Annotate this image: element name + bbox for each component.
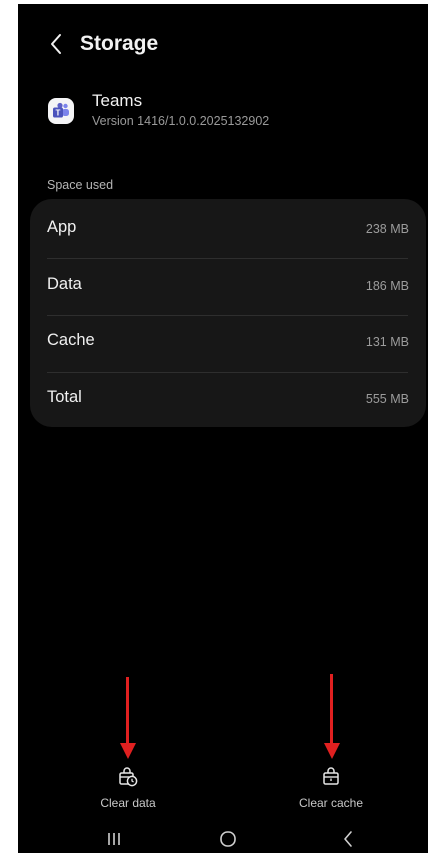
- storage-row-total: Total 555 MB: [47, 372, 409, 428]
- bag-icon: [323, 767, 339, 785]
- storage-row-data: Data 186 MB: [47, 259, 409, 315]
- recents-icon: [108, 833, 120, 845]
- row-value: 555 MB: [365, 392, 409, 406]
- svg-text:T: T: [56, 108, 61, 117]
- annotation-arrow-clear-data: [120, 677, 136, 759]
- clear-data-button[interactable]: Clear data: [68, 766, 188, 810]
- nav-back-button[interactable]: [334, 826, 362, 852]
- page-title: Storage: [80, 32, 159, 55]
- teams-app-icon: T: [48, 98, 74, 124]
- home-icon: [220, 831, 236, 847]
- storage-row-cache: Cache 131 MB: [47, 315, 409, 371]
- app-name: Teams: [92, 91, 143, 110]
- back-button[interactable]: [42, 28, 70, 60]
- row-value: 238 MB: [365, 222, 409, 236]
- row-label: Total: [47, 388, 82, 406]
- back-icon: [344, 831, 352, 847]
- recents-button[interactable]: [100, 826, 128, 852]
- space-used-label: Space used: [47, 178, 114, 192]
- storage-screen: Storage T Teams Version 1416/1.0.0.20251…: [18, 4, 428, 853]
- app-info: T Teams Version 1416/1.0.0.2025132902: [48, 91, 408, 136]
- annotation-arrow-clear-cache: [324, 674, 340, 759]
- chevron-left-icon: [51, 34, 61, 54]
- bag-clock-icon: [119, 767, 138, 787]
- system-nav-bar: [18, 826, 428, 853]
- storage-card: App 238 MB Data 186 MB Cache 131 MB Tota…: [30, 199, 426, 427]
- clear-cache-label: Clear cache: [298, 796, 364, 810]
- row-label: Cache: [47, 331, 95, 349]
- row-label: App: [47, 218, 77, 236]
- clear-cache-button[interactable]: Clear cache: [271, 766, 391, 810]
- home-button[interactable]: [214, 826, 242, 852]
- row-value: 186 MB: [365, 279, 409, 293]
- app-version: Version 1416/1.0.0.2025132902: [92, 114, 270, 128]
- storage-row-app: App 238 MB: [47, 202, 409, 258]
- row-label: Data: [47, 275, 82, 293]
- clear-data-label: Clear data: [100, 796, 156, 810]
- app-bar: Storage: [18, 28, 428, 64]
- row-value: 131 MB: [365, 335, 409, 349]
